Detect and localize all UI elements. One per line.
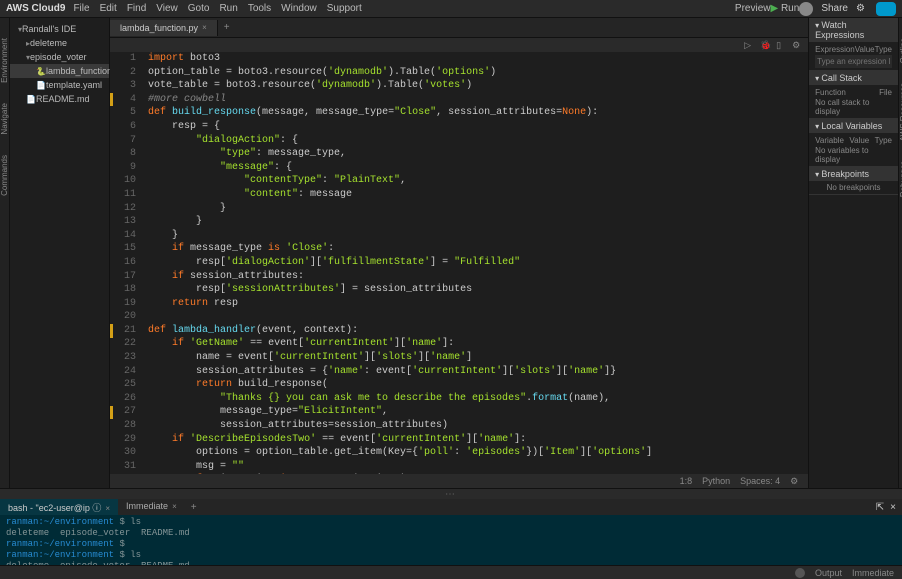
callstack-header[interactable]: Call Stack: [809, 71, 898, 85]
menu-window[interactable]: Window: [281, 3, 317, 14]
preview-button[interactable]: Preview: [735, 3, 771, 14]
bottom-panel: ⋯ bash - "ec2-user@ip ⓘ×Immediate× + ⇱ ×…: [0, 488, 902, 565]
add-tab-button[interactable]: +: [218, 22, 236, 33]
brand-label: AWS Cloud9: [6, 3, 65, 14]
add-terminal-button[interactable]: +: [185, 502, 203, 513]
locals-msg: No variables to display: [815, 146, 892, 164]
gear-icon[interactable]: ⚙: [792, 40, 802, 50]
col-type: Type: [875, 136, 892, 145]
col-file: File: [879, 88, 892, 97]
bottom-status-bar: Output Immediate: [0, 565, 902, 579]
col-value: Value: [855, 45, 875, 54]
cloud9-logo-icon[interactable]: [876, 2, 896, 16]
menu-tools[interactable]: Tools: [248, 3, 271, 14]
terminal[interactable]: ranman:~/environment $ lsdeleteme episod…: [0, 515, 902, 565]
tree-item[interactable]: README.md: [10, 92, 109, 106]
terminal-tab[interactable]: bash - "ec2-user@ip ⓘ×: [0, 499, 118, 516]
menu-goto[interactable]: Goto: [188, 3, 210, 14]
debug-panel: Watch Expressions Expression Value Type …: [808, 18, 898, 488]
callstack-msg: No call stack to display: [815, 98, 892, 116]
immediate-tab[interactable]: Immediate: [852, 568, 894, 578]
spaces-label[interactable]: Spaces: 4: [740, 476, 780, 486]
resize-handle[interactable]: ⋯: [0, 489, 902, 499]
menu-edit[interactable]: Edit: [100, 3, 117, 14]
tree-item[interactable]: template.yaml: [10, 78, 109, 92]
col-function: Function: [815, 88, 846, 97]
status-icon[interactable]: [795, 568, 805, 578]
editor-area: lambda_function.py × + ▷ 🐞 ▯ ⚙ 123456789…: [110, 18, 808, 488]
tree-item[interactable]: lambda_function.py: [10, 64, 109, 78]
gear-icon[interactable]: ⚙: [856, 3, 868, 15]
locals-header[interactable]: Local Variables: [809, 119, 898, 133]
menu-support[interactable]: Support: [327, 3, 362, 14]
avatar-icon[interactable]: [799, 2, 813, 16]
rail-commands[interactable]: Commands: [0, 155, 9, 196]
run-button[interactable]: Run: [770, 3, 799, 14]
language-label[interactable]: Python: [702, 476, 730, 486]
cursor-pos: 1:8: [680, 476, 693, 486]
left-rail: Environment Navigate Commands: [0, 18, 10, 488]
share-button[interactable]: Share: [821, 3, 848, 14]
tree-root[interactable]: Randall's IDE: [10, 22, 109, 36]
editor-status-bar: 1:8 Python Spaces: 4 ⚙: [110, 474, 808, 488]
close-icon[interactable]: ×: [172, 502, 177, 511]
close-icon[interactable]: ×: [202, 23, 207, 32]
file-tree: Randall's IDE deletemeepisode_voterlambd…: [10, 18, 110, 488]
editor-tab[interactable]: lambda_function.py ×: [110, 20, 218, 36]
popout-icon[interactable]: ⇱: [876, 502, 884, 513]
bug-icon[interactable]: 🐞: [760, 40, 770, 50]
tab-label: lambda_function.py: [120, 23, 198, 33]
terminal-tab[interactable]: Immediate×: [118, 499, 185, 516]
menu-run[interactable]: Run: [219, 3, 237, 14]
close-icon[interactable]: ×: [105, 504, 110, 513]
gear-icon[interactable]: ⚙: [790, 476, 800, 486]
col-value: Value: [849, 136, 869, 145]
menu-file[interactable]: File: [73, 3, 89, 14]
output-tab[interactable]: Output: [815, 568, 842, 578]
menu-find[interactable]: Find: [127, 3, 146, 14]
tree-item[interactable]: deleteme: [10, 36, 109, 50]
watch-header[interactable]: Watch Expressions: [809, 18, 898, 42]
play-icon[interactable]: ▷: [744, 40, 754, 50]
watch-input[interactable]: [815, 55, 892, 68]
col-expression: Expression: [815, 45, 855, 54]
menu-view[interactable]: View: [156, 3, 178, 14]
top-menu-bar: AWS Cloud9 File Edit Find View Goto Run Tools W…: [0, 0, 902, 18]
rail-environment[interactable]: Environment: [0, 38, 9, 83]
editor-toolbar: ▷ 🐞 ▯ ⚙: [110, 38, 808, 52]
close-icon[interactable]: ×: [890, 502, 896, 513]
breakpoints-header[interactable]: Breakpoints: [809, 167, 898, 181]
bottom-tab-bar: bash - "ec2-user@ip ⓘ×Immediate× + ⇱ ×: [0, 499, 902, 515]
code-content[interactable]: import boto3option_table = boto3.resourc…: [142, 52, 808, 474]
rail-navigate[interactable]: Navigate: [0, 103, 9, 135]
code-editor[interactable]: 1234567891011121314151617181920212223242…: [110, 52, 808, 474]
col-variable: Variable: [815, 136, 844, 145]
breakpoints-msg: No breakpoints: [815, 183, 892, 192]
right-rail: OutlineAWS ResourcesDebugger: [898, 18, 902, 488]
line-gutter: 1234567891011121314151617181920212223242…: [110, 52, 142, 474]
split-icon[interactable]: ▯: [776, 40, 786, 50]
editor-tab-bar: lambda_function.py × +: [110, 18, 808, 38]
col-type: Type: [875, 45, 892, 54]
tree-item[interactable]: episode_voter: [10, 50, 109, 64]
